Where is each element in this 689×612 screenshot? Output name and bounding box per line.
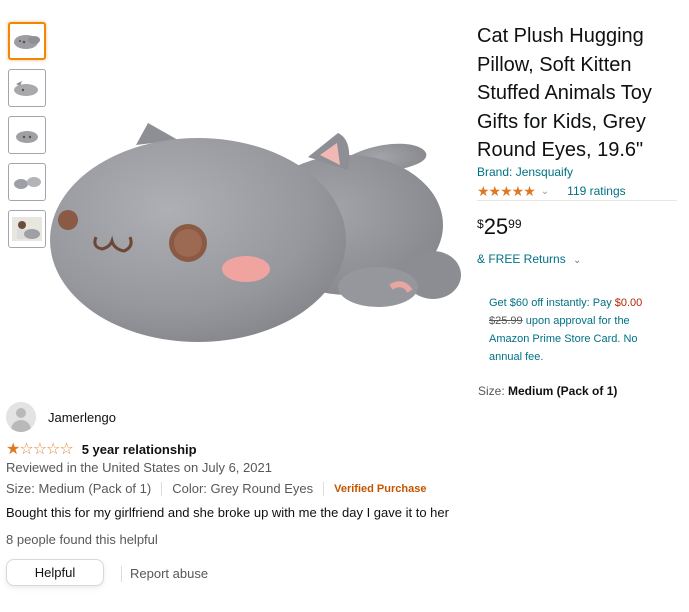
review-variant: Size: Medium (Pack of 1) Color: Grey Rou… — [6, 481, 426, 496]
chevron-down-icon: ⌄ — [573, 255, 582, 266]
helpful-count: 8 people found this helpful — [6, 532, 158, 547]
free-returns-label: & FREE Returns — [477, 252, 566, 266]
size-selection: Size: Medium (Pack of 1) — [478, 384, 617, 398]
review-body: Bought this for my girlfriend and she br… — [6, 505, 449, 520]
cat-plush-thumb-icon — [16, 131, 38, 143]
free-returns-link[interactable]: & FREE Returns ⌄ — [477, 252, 581, 266]
cat-plush-thumb-icon — [14, 177, 41, 189]
chevron-down-icon[interactable]: ⌄ — [541, 186, 549, 197]
price-whole: 25 — [483, 214, 509, 239]
review-color[interactable]: Color: Grey Round Eyes — [172, 481, 313, 496]
thumbnail-3[interactable] — [8, 116, 46, 154]
promo-old-price: $25.99 — [489, 315, 523, 327]
brand-link[interactable]: Brand: Jensquaify — [477, 165, 573, 179]
helpful-button[interactable]: Helpful — [6, 559, 104, 586]
size-value: Medium (Pack of 1) — [508, 384, 618, 398]
rating-row: ★★★★★ ⌄ 119 ratings — [477, 182, 677, 201]
product-title: Cat Plush Hugging Pillow, Soft Kitten St… — [477, 25, 652, 161]
verified-purchase-badge: Verified Purchase — [334, 482, 427, 495]
divider — [323, 481, 325, 496]
review-header: ★☆☆☆☆ 5 year relationship — [6, 439, 197, 459]
plush-cheek — [222, 256, 270, 282]
price: $2599 — [477, 214, 522, 240]
person-with-plush-thumb-icon — [12, 217, 42, 241]
report-abuse-link[interactable]: Report abuse — [130, 566, 208, 581]
review-title[interactable]: 5 year relationship — [82, 442, 197, 457]
promo-new-price: $0.00 — [614, 297, 643, 309]
thumbnail-1[interactable] — [8, 22, 46, 60]
thumbnail-strip — [8, 22, 48, 257]
reviewer-name[interactable]: Jamerlengo — [48, 410, 116, 425]
size-label: Size: — [478, 384, 509, 398]
prime-card-promo[interactable]: Get $60 off instantly: Pay $0.00 $25.99 … — [489, 294, 669, 366]
price-fraction: 99 — [508, 217, 522, 231]
reviewer-profile[interactable]: Jamerlengo — [6, 402, 116, 432]
cat-plush-thumb-icon — [14, 35, 40, 49]
thumbnail-5[interactable] — [8, 210, 46, 248]
review-date: Reviewed in the United States on July 6,… — [6, 460, 272, 475]
thumbnail-2[interactable] — [8, 69, 46, 107]
cat-plush-thumb-icon — [14, 81, 38, 96]
divider — [121, 566, 122, 582]
avatar — [6, 402, 36, 432]
review-stars-icon: ★☆☆☆☆ — [6, 441, 74, 458]
rating-stars-icon[interactable]: ★★★★★ — [477, 183, 536, 200]
divider — [161, 481, 163, 496]
ratings-count-link[interactable]: 119 ratings — [567, 184, 625, 198]
thumbnail-4[interactable] — [8, 163, 46, 201]
product-main-image[interactable] — [48, 95, 468, 365]
plush-eye-left — [58, 210, 78, 230]
price-symbol: $ — [477, 217, 484, 231]
review-size[interactable]: Size: Medium (Pack of 1) — [6, 481, 151, 496]
promo-text-pre: Get $60 off instantly: Pay — [489, 297, 615, 309]
